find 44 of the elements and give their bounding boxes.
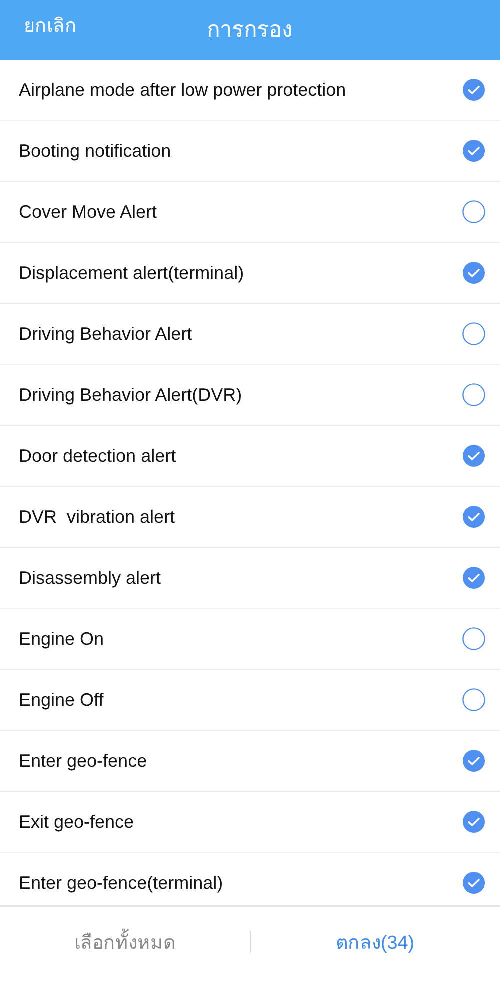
checked-circle-icon[interactable] <box>462 871 486 895</box>
filter-option[interactable]: Driving Behavior Alert(DVR) <box>0 365 500 426</box>
checked-circle-icon[interactable] <box>462 749 486 773</box>
option-label: Engine On <box>19 628 104 650</box>
checked-circle-icon[interactable] <box>462 566 486 590</box>
option-label: DVR vibration alert <box>19 506 176 528</box>
checked-circle-icon[interactable] <box>462 444 486 468</box>
option-label: Disassembly alert <box>19 568 162 588</box>
empty-circle-icon[interactable] <box>462 688 486 712</box>
option-label: Engine Off <box>19 690 104 710</box>
option-label: Cover Move Alert <box>19 202 158 222</box>
option-label: Door detection alert <box>19 446 176 466</box>
filter-option[interactable]: Airplane mode after low power protection <box>0 60 500 121</box>
option-label: Enter geo-fence <box>19 750 148 772</box>
checked-circle-icon[interactable] <box>462 505 486 529</box>
filter-option[interactable]: Engine On <box>0 609 500 670</box>
filter-option[interactable]: DVR vibration alert <box>0 487 500 548</box>
filter-option[interactable]: Driving Behavior Alert <box>0 304 500 365</box>
select-all-button[interactable]: เลือกทั้งหมด <box>74 927 176 957</box>
option-label: Driving Behavior Alert(DVR) <box>19 384 242 406</box>
filter-option[interactable]: Door detection alert <box>0 426 500 487</box>
empty-circle-icon[interactable] <box>462 627 486 651</box>
filter-option[interactable]: Disassembly alert <box>0 548 500 609</box>
filter-option[interactable]: Enter geo-fence(terminal) <box>0 853 500 905</box>
option-label: Enter geo-fence(terminal) <box>19 872 224 894</box>
empty-circle-icon[interactable] <box>462 383 486 407</box>
option-label: Driving Behavior Alert <box>19 324 192 344</box>
filter-option[interactable]: Booting notification <box>0 121 500 182</box>
filter-option[interactable]: Exit geo-fence <box>0 792 500 853</box>
option-label: Displacement alert(terminal) <box>19 262 244 284</box>
option-label: Airplane mode after low power protection <box>19 80 346 100</box>
page-title: การกรอง <box>207 16 293 44</box>
option-label: Exit geo-fence <box>19 812 134 832</box>
checked-circle-icon[interactable] <box>462 810 486 834</box>
option-label: Booting notification <box>19 140 172 162</box>
empty-circle-icon[interactable] <box>462 200 486 224</box>
checked-circle-icon[interactable] <box>462 261 486 285</box>
filter-option[interactable]: Displacement alert(terminal) <box>0 243 500 304</box>
filter-option[interactable]: Engine Off <box>0 670 500 731</box>
checked-circle-icon[interactable] <box>462 139 486 163</box>
empty-circle-icon[interactable] <box>462 322 486 346</box>
filter-option[interactable]: Cover Move Alert <box>0 182 500 243</box>
checked-circle-icon[interactable] <box>462 78 486 102</box>
filter-option[interactable]: Enter geo-fence <box>0 731 500 792</box>
